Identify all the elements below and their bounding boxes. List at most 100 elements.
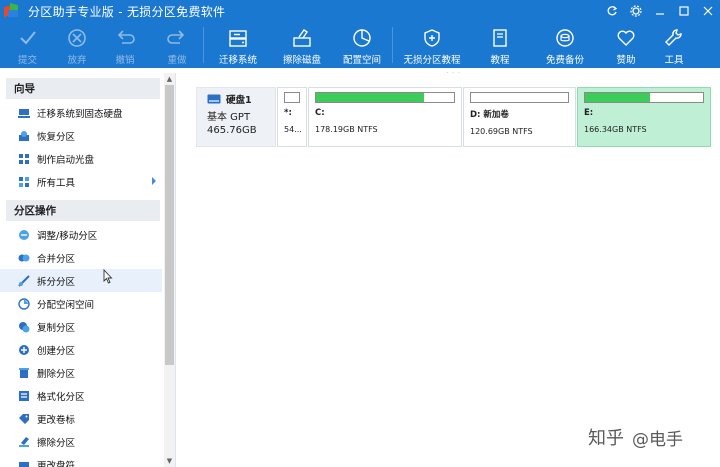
copy-partition-icon bbox=[18, 321, 30, 333]
title-bar: 分区助手专业版 - 无损分区免费软件 bbox=[0, 0, 720, 22]
sidebar-panel: 向导 迁移系统到固态硬盘 恢复分区 制作启动光盘 所有工具 分区操作 调整/移动… bbox=[0, 73, 176, 467]
shield-icon bbox=[420, 26, 444, 50]
wipe-disk-button[interactable]: 擦除磁盘 bbox=[272, 22, 332, 68]
disk-info[interactable]: 硬盘1 基本 GPT 465.76GB bbox=[196, 87, 276, 147]
sidebar-item-label: 拆分分区 bbox=[37, 276, 76, 288]
sidebar-item-copy-partition[interactable]: 复制分区 bbox=[0, 315, 162, 338]
partition-name: D: 新加卷 bbox=[470, 110, 509, 120]
sidebar-item-resize-move[interactable]: 调整/移动分区 bbox=[0, 223, 162, 246]
section-partition-ops-header: 分区操作 bbox=[6, 200, 160, 221]
migrate-system-label: 迁移系统 bbox=[218, 55, 257, 66]
sidebar-item-label: 所有工具 bbox=[37, 177, 76, 189]
refresh-icon[interactable] bbox=[600, 0, 624, 22]
partition-e[interactable]: E: 166.34GB NTFS bbox=[577, 87, 711, 147]
minimize-icon[interactable] bbox=[648, 0, 672, 22]
sidebar-item-label: 合并分区 bbox=[37, 253, 76, 265]
sidebar-item-label: 格式化分区 bbox=[37, 391, 85, 403]
lossless-tutorial-button[interactable]: 无损分区教程 bbox=[393, 22, 471, 68]
sponsor-label: 赞助 bbox=[616, 55, 636, 66]
label-icon bbox=[18, 413, 30, 425]
recover-partition-icon bbox=[18, 130, 30, 142]
sidebar-item-label: 创建分区 bbox=[37, 345, 76, 357]
mouse-cursor-icon bbox=[103, 269, 113, 284]
partition-info: 178.19GB NTFS bbox=[315, 125, 378, 134]
disk-map-panel: 硬盘1 基本 GPT 465.76GB *: 54... C: 178.19GB… bbox=[177, 73, 720, 467]
section-wizard-header: 向导 bbox=[6, 78, 160, 99]
gear-icon[interactable] bbox=[624, 0, 648, 22]
sidebar-item-merge[interactable]: 合并分区 bbox=[0, 246, 162, 269]
watermark: 知乎 @电手 bbox=[588, 424, 683, 450]
partition-d[interactable]: D: 新加卷 120.69GB NTFS bbox=[463, 87, 576, 147]
sponsor-button[interactable]: 赞助 bbox=[601, 22, 651, 68]
sidebar-item-label: 复制分区 bbox=[37, 322, 76, 334]
sidebar-item-create-partition[interactable]: 创建分区 bbox=[0, 338, 162, 361]
backup-icon bbox=[553, 26, 577, 50]
partition-usage-bar bbox=[470, 92, 569, 103]
wipe-disk-label: 擦除磁盘 bbox=[282, 55, 321, 66]
undo-icon bbox=[113, 26, 137, 50]
sidebar-item-format[interactable]: 格式化分区 bbox=[0, 384, 162, 407]
allocate-space-button[interactable]: 配置空间 bbox=[332, 22, 392, 68]
format-icon bbox=[18, 390, 30, 402]
partition-usage-bar bbox=[584, 92, 704, 103]
partition-info: 166.34GB NTFS bbox=[584, 125, 647, 134]
migrate-ssd-icon bbox=[18, 107, 30, 119]
tools-button[interactable]: 工具 bbox=[651, 22, 697, 68]
free-backup-button[interactable]: 免费备份 bbox=[529, 22, 601, 68]
boot-disc-icon bbox=[18, 153, 30, 165]
hard-disk-icon bbox=[207, 94, 221, 104]
redo-label: 重做 bbox=[167, 55, 187, 66]
undo-label: 撤销 bbox=[115, 55, 135, 66]
disk-size: 465.76GB bbox=[207, 125, 257, 136]
allocate-free-icon bbox=[18, 297, 30, 310]
sidebar-item-change-label[interactable]: 更改卷标 bbox=[0, 407, 162, 430]
partition-reserved[interactable]: *: 54... bbox=[277, 87, 307, 147]
partition-name: E: bbox=[584, 108, 594, 118]
chevron-right-icon bbox=[152, 177, 156, 185]
sidebar-item-label: 恢复分区 bbox=[37, 131, 76, 143]
drive-letter-icon bbox=[18, 459, 30, 467]
sidebar-item-drive-letter[interactable]: 更改盘符 bbox=[0, 453, 162, 467]
sidebar-item-split[interactable]: 拆分分区 bbox=[0, 269, 162, 292]
sidebar-scrollbar[interactable]: ▲ ▼ bbox=[164, 73, 175, 467]
partition-info: 54... bbox=[284, 125, 302, 134]
wipe-disk-icon bbox=[290, 26, 314, 50]
sidebar-item-allocate-free[interactable]: 分配空闲空间 bbox=[0, 292, 162, 315]
sidebar-item-recover-partition[interactable]: 恢复分区 bbox=[0, 124, 162, 147]
commit-button[interactable]: 提交 bbox=[0, 22, 55, 68]
sidebar-item-label: 分配空闲空间 bbox=[37, 299, 95, 311]
tutorial-button[interactable]: 教程 bbox=[471, 22, 529, 68]
redo-button[interactable]: 重做 bbox=[151, 22, 203, 68]
disk-name: 硬盘1 bbox=[226, 95, 252, 106]
maximize-icon[interactable] bbox=[672, 0, 696, 22]
discard-button[interactable]: 放弃 bbox=[55, 22, 99, 68]
merge-icon bbox=[18, 252, 30, 264]
sidebar-item-label: 调整/移动分区 bbox=[37, 230, 98, 242]
scroll-down-icon[interactable]: ▼ bbox=[166, 457, 173, 465]
redo-icon bbox=[165, 26, 189, 50]
watermark-handle: @电手 bbox=[632, 429, 683, 450]
sidebar-item-label: 迁移系统到固态硬盘 bbox=[37, 108, 123, 120]
disk-row: 硬盘1 基本 GPT 465.76GB *: 54... C: 178.19GB… bbox=[196, 87, 713, 147]
discard-icon bbox=[65, 26, 89, 50]
all-tools-icon bbox=[18, 176, 30, 188]
sidebar-item-migrate-ssd[interactable]: 迁移系统到固态硬盘 bbox=[0, 101, 162, 124]
window-title: 分区助手专业版 - 无损分区免费软件 bbox=[28, 4, 226, 19]
heart-icon bbox=[614, 26, 638, 50]
scrollbar-thumb[interactable] bbox=[165, 85, 174, 365]
sidebar-item-label: 更改盘符 bbox=[37, 460, 76, 467]
app-logo-icon bbox=[4, 2, 22, 18]
free-backup-label: 免费备份 bbox=[545, 55, 584, 66]
sidebar-item-delete-partition[interactable]: 删除分区 bbox=[0, 361, 162, 384]
migrate-system-button[interactable]: 迁移系统 bbox=[204, 22, 272, 68]
sidebar-item-wipe-partition[interactable]: 擦除分区 bbox=[0, 430, 162, 453]
sidebar-item-label: 删除分区 bbox=[37, 368, 76, 380]
sidebar-item-boot-disc[interactable]: 制作启动光盘 bbox=[0, 147, 162, 170]
close-icon[interactable] bbox=[696, 0, 720, 22]
partition-c[interactable]: C: 178.19GB NTFS bbox=[308, 87, 462, 147]
sidebar-item-all-tools[interactable]: 所有工具 bbox=[0, 170, 162, 193]
usage-fill bbox=[585, 93, 650, 102]
scroll-up-icon[interactable]: ▲ bbox=[166, 75, 173, 83]
partition-name: C: bbox=[315, 108, 325, 118]
undo-button[interactable]: 撤销 bbox=[99, 22, 151, 68]
